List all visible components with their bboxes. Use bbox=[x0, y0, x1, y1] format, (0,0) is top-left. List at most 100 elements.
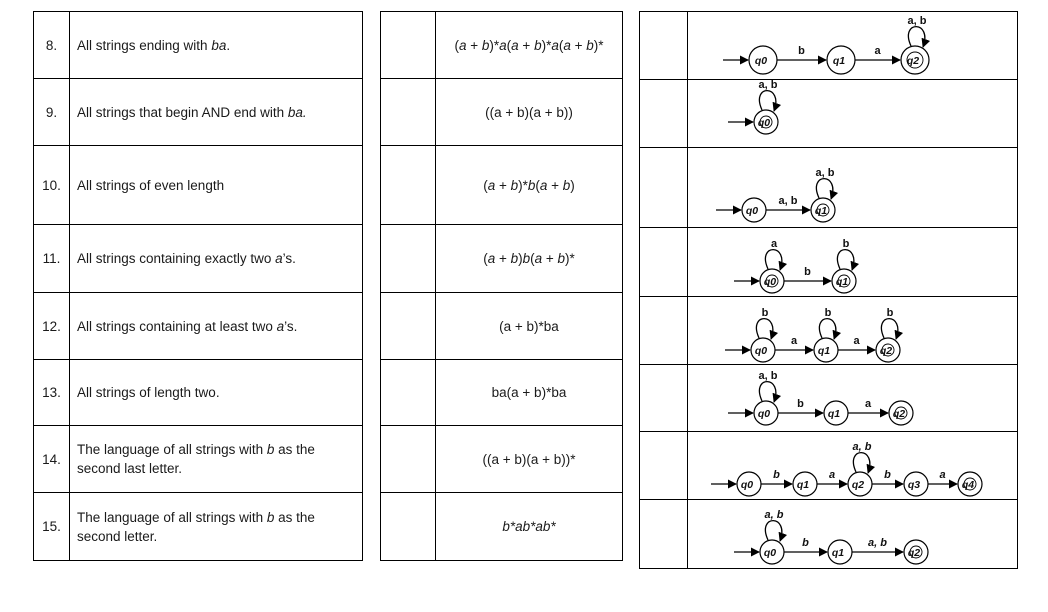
self-loop-arrow bbox=[764, 519, 788, 542]
state-label: q1 bbox=[833, 55, 845, 67]
language-description: All strings that begin AND end with ba. bbox=[69, 78, 363, 146]
question-number: 14. bbox=[33, 425, 70, 493]
regex-row: ((a + b)(a + b))* bbox=[380, 425, 623, 493]
description-fragment: a bbox=[276, 318, 285, 334]
loop-label: b bbox=[825, 307, 832, 319]
dfa-state: q0 bbox=[753, 400, 779, 426]
answer-blank[interactable] bbox=[639, 79, 688, 148]
regex-row: (a + b)*ba bbox=[380, 292, 623, 360]
regex-fragment: ba(a + b)*ba bbox=[491, 385, 567, 400]
regular-expression: (a + b)*b(a + b) bbox=[435, 145, 623, 225]
language-description: All strings of even length bbox=[69, 145, 363, 225]
description-fragment: All strings containing exactly two bbox=[77, 251, 276, 266]
regex-fragment: a bbox=[534, 251, 543, 266]
state-label: q0 bbox=[755, 345, 767, 357]
dfa-diagram-cell: a, b a, b q0 q1 bbox=[687, 147, 1018, 228]
description-fragment: ba. bbox=[287, 104, 307, 120]
answer-blank[interactable] bbox=[380, 78, 436, 146]
regex-fragment: a bbox=[511, 37, 519, 53]
state-label: q0 bbox=[741, 479, 753, 491]
self-loop-arrow bbox=[755, 317, 779, 340]
loop-label: b bbox=[762, 307, 769, 319]
state-label: q0 bbox=[764, 547, 776, 559]
description-fragment: ba bbox=[211, 37, 227, 53]
dfa-diagram-cell: a a b b b q0 q1 q2 bbox=[687, 296, 1018, 365]
answer-blank[interactable] bbox=[380, 359, 436, 426]
self-loop-arrow bbox=[852, 451, 876, 474]
description-row: 10. All strings of even length bbox=[33, 145, 363, 225]
dfa-diagram-cell: b a, b a, b q0 q1 q2 bbox=[687, 499, 1018, 569]
regex-table: (a + b)*a(a + b)*a(a + b)* ((a + b)(a + b… bbox=[380, 11, 623, 561]
answer-blank[interactable] bbox=[380, 11, 436, 79]
regex-fragment: + bbox=[570, 37, 587, 53]
transition-label: a bbox=[874, 45, 881, 57]
state-label: q0 bbox=[755, 55, 767, 67]
dfa-diagram-cell: b a a, b q0 q1 q2 bbox=[687, 364, 1018, 432]
regex-fragment: (a + b)*ba bbox=[499, 318, 559, 334]
transition-label: b bbox=[804, 266, 811, 278]
dfa-state: q1 bbox=[823, 400, 849, 426]
language-description: The language of all strings with b as th… bbox=[69, 492, 363, 561]
description-fragment: a bbox=[275, 251, 283, 266]
regex-fragment: + bbox=[495, 251, 511, 266]
regex-fragment: )* bbox=[541, 37, 552, 53]
state-label: q1 bbox=[832, 547, 844, 559]
regex-fragment: )* bbox=[518, 177, 528, 193]
regex-fragment: )* bbox=[565, 251, 575, 266]
answer-blank[interactable] bbox=[380, 292, 436, 360]
regex-fragment: a bbox=[563, 37, 571, 53]
state-label: q1 bbox=[815, 205, 827, 217]
loop-label: a, b bbox=[765, 509, 784, 521]
transition-label: a bbox=[829, 469, 835, 481]
dfa-table: b a a, b q0 q1 q2 a, b q0 a, b a, b q0 q1 b a b q0 q1 a a b… bbox=[639, 11, 1018, 569]
description-row: 8. All strings ending with ba. bbox=[33, 11, 363, 79]
loop-label: a, b bbox=[759, 370, 778, 382]
dfa-row: a a b b b q0 q1 q2 bbox=[639, 296, 1018, 365]
state-label: q1 bbox=[828, 408, 840, 420]
dfa-diagram-cell: b a b a a, b q0 q1 q2 q3 q4 bbox=[687, 431, 1018, 500]
answer-blank[interactable] bbox=[380, 492, 436, 561]
dfa-diagram: b a a, b q0 q1 q2 bbox=[728, 370, 914, 426]
dfa-state: q0 bbox=[736, 471, 762, 497]
regex-fragment: + bbox=[495, 177, 511, 193]
dfa-state: q1 bbox=[813, 337, 839, 363]
dfa-diagram: a a b b b q0 q1 q2 bbox=[725, 307, 904, 363]
dfa-diagram: a, b a, b q0 q1 bbox=[716, 167, 839, 223]
dfa-state: q0 bbox=[759, 539, 785, 565]
loop-label: a, b bbox=[816, 167, 835, 179]
answer-blank[interactable] bbox=[639, 147, 688, 228]
answer-blank[interactable] bbox=[380, 145, 436, 225]
regular-expression: ((a + b)(a + b)) bbox=[435, 78, 623, 146]
description-fragment: All strings containing at least two bbox=[77, 318, 277, 334]
dfa-diagram-cell: b a b q0 q1 bbox=[687, 227, 1018, 297]
self-loop-arrow bbox=[836, 248, 860, 271]
state-label: q2 bbox=[907, 55, 919, 67]
dfa-diagram: b a b q0 q1 bbox=[734, 238, 860, 294]
regex-fragment: ((a + b)(a + b))* bbox=[482, 451, 576, 467]
loop-label: a bbox=[771, 238, 778, 250]
answer-blank[interactable] bbox=[639, 227, 688, 297]
dfa-state: q0 bbox=[741, 197, 767, 223]
answer-blank[interactable] bbox=[639, 11, 688, 80]
answer-blank[interactable] bbox=[639, 499, 688, 569]
answer-blank[interactable] bbox=[639, 364, 688, 432]
answer-blank[interactable] bbox=[639, 296, 688, 365]
dfa-diagram: b a b a a, b q0 q1 q2 q3 q4 bbox=[711, 441, 983, 497]
dfa-diagram: a, b q0 bbox=[728, 80, 782, 135]
state-label: q2 bbox=[908, 547, 920, 559]
dfa-row: a, b q0 bbox=[639, 79, 1018, 148]
question-number: 9. bbox=[33, 78, 70, 146]
regex-fragment: + bbox=[518, 37, 535, 53]
dfa-state: q2 bbox=[888, 400, 914, 426]
answer-blank[interactable] bbox=[380, 425, 436, 493]
answer-blank[interactable] bbox=[639, 431, 688, 500]
state-label: q1 bbox=[818, 345, 830, 357]
question-number: 8. bbox=[33, 11, 70, 79]
question-number: 10. bbox=[33, 145, 70, 225]
loop-label: b bbox=[843, 238, 850, 250]
loop-label: b bbox=[887, 307, 894, 319]
answer-blank[interactable] bbox=[380, 224, 436, 293]
loop-label: a, b bbox=[759, 80, 778, 91]
regular-expression: ((a + b)(a + b))* bbox=[435, 425, 623, 493]
regex-fragment: ) bbox=[570, 177, 575, 193]
